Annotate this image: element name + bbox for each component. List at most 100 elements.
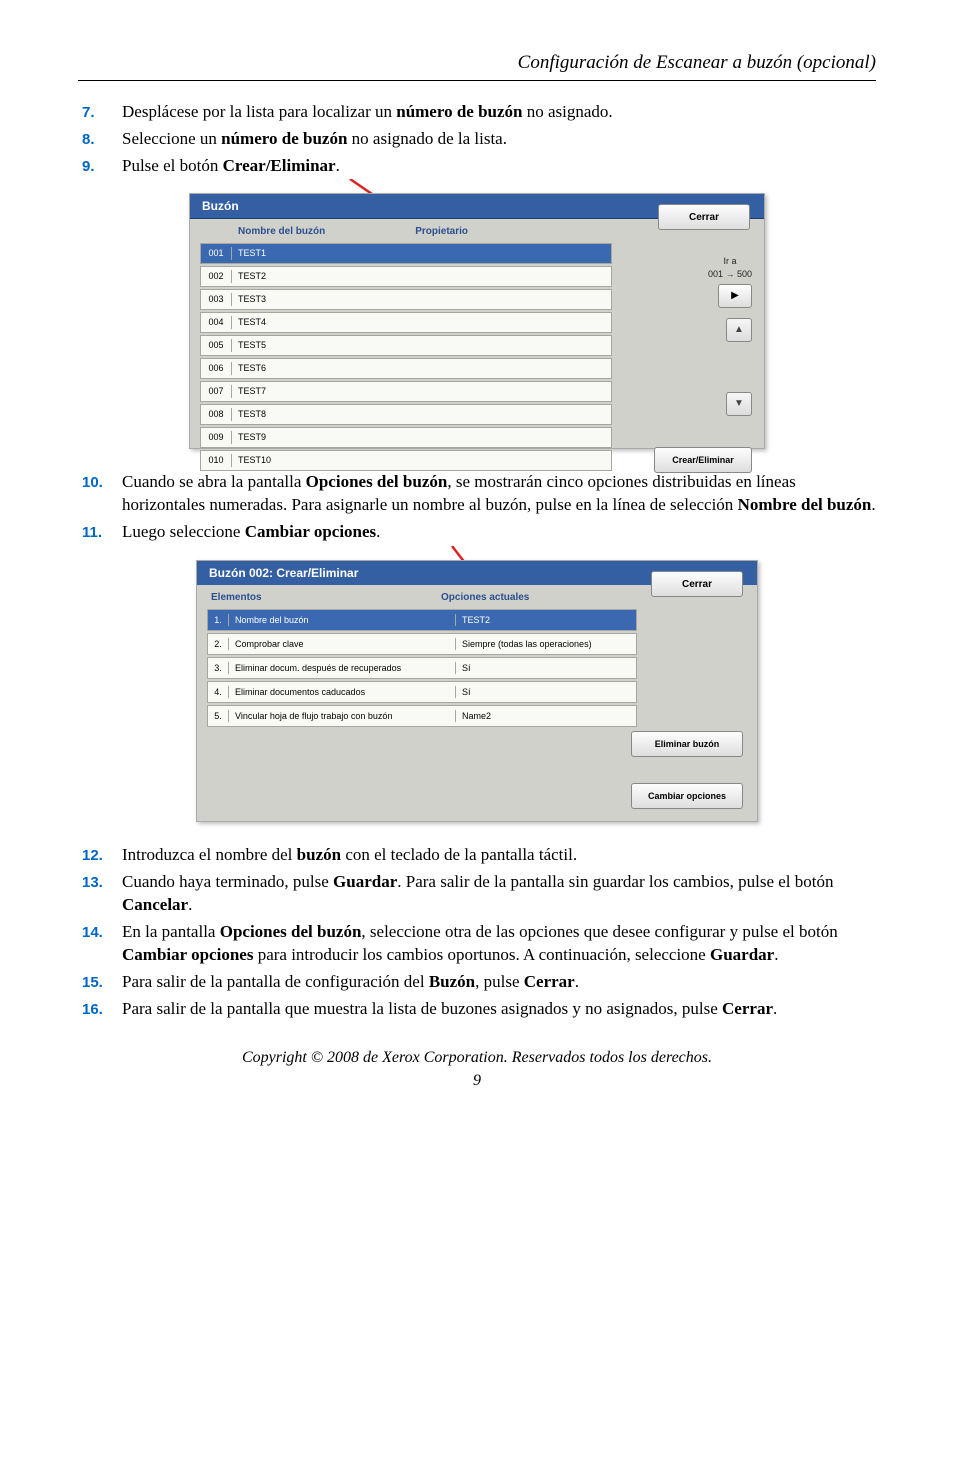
step-item: 13.Cuando haya terminado, pulse Guardar.… — [82, 871, 876, 917]
step-number: 16. — [82, 998, 122, 1021]
goto-range: 001 → 500 — [708, 268, 752, 280]
step-text: Desplácese por la lista para localizar u… — [122, 101, 876, 124]
step-text: Para salir de la pantalla que muestra la… — [122, 998, 876, 1021]
figure-buzon: Buzón Cerrar Nombre del buzón Propietari… — [78, 193, 876, 449]
row-value: Sí — [456, 686, 471, 698]
row-number: 1. — [208, 614, 229, 626]
steps-list-2: 10.Cuando se abra la pantalla Opciones d… — [78, 471, 876, 544]
step-text: Cuando haya terminado, pulse Guardar. Pa… — [122, 871, 876, 917]
row-index: 007 — [201, 385, 232, 397]
mailbox-row[interactable]: 001TEST1 — [200, 243, 612, 264]
step-number: 15. — [82, 971, 122, 994]
row-name: TEST8 — [232, 408, 611, 420]
row-name: TEST4 — [232, 316, 611, 328]
row-index: 005 — [201, 339, 232, 351]
option-row[interactable]: 1.Nombre del buzónTEST2 — [207, 609, 637, 631]
row-label: Vincular hoja de flujo trabajo con buzón — [229, 710, 456, 722]
step-number: 8. — [82, 128, 122, 151]
scroll-down-button[interactable]: ▼ — [726, 392, 752, 416]
step-number: 11. — [82, 521, 122, 544]
mailbox-row[interactable]: 009TEST9 — [200, 427, 612, 448]
option-row[interactable]: 3.Eliminar docum. después de recuperados… — [207, 657, 637, 679]
row-value: Siempre (todas las operaciones) — [456, 638, 592, 650]
row-index: 003 — [201, 293, 232, 305]
column-header-name: Nombre del buzón — [238, 225, 325, 239]
row-number: 2. — [208, 638, 229, 650]
copyright: Copyright © 2008 de Xerox Corporation. R… — [78, 1047, 876, 1069]
step-item: 15.Para salir de la pantalla de configur… — [82, 971, 876, 994]
row-label: Comprobar clave — [229, 638, 456, 650]
delete-mailbox-button[interactable]: Eliminar buzón — [631, 731, 743, 757]
mailbox-row[interactable]: 008TEST8 — [200, 404, 612, 425]
option-row[interactable]: 2.Comprobar claveSiempre (todas las oper… — [207, 633, 637, 655]
chevron-down-icon: ▼ — [734, 397, 744, 411]
mailbox-row[interactable]: 006TEST6 — [200, 358, 612, 379]
create-delete-button[interactable]: Crear/Eliminar — [654, 447, 752, 473]
mailbox-row[interactable]: 010TEST10 — [200, 450, 612, 471]
row-name: TEST6 — [232, 362, 611, 374]
row-name: TEST9 — [232, 431, 611, 443]
row-value: TEST2 — [456, 614, 490, 626]
row-index: 006 — [201, 362, 232, 374]
step-text: Introduzca el nombre del buzón con el te… — [122, 844, 876, 867]
scroll-up-button[interactable]: ▲ — [726, 318, 752, 342]
header-rule — [78, 80, 876, 81]
row-value: Sí — [456, 662, 471, 674]
mailbox-row[interactable]: 004TEST4 — [200, 312, 612, 333]
mailbox-row[interactable]: 005TEST5 — [200, 335, 612, 356]
step-item: 12.Introduzca el nombre del buzón con el… — [82, 844, 876, 867]
steps-list-1: 7.Desplácese por la lista para localizar… — [78, 101, 876, 178]
row-name: TEST5 — [232, 339, 611, 351]
close-button[interactable]: Cerrar — [658, 204, 750, 230]
step-item: 8.Seleccione un número de buzón no asign… — [82, 128, 876, 151]
option-row[interactable]: 5.Vincular hoja de flujo trabajo con buz… — [207, 705, 637, 727]
step-number: 9. — [82, 155, 122, 178]
step-text: Luego seleccione Cambiar opciones. — [122, 521, 876, 544]
step-text: Seleccione un número de buzón no asignad… — [122, 128, 876, 151]
section-title: Configuración de Escanear a buzón (opcio… — [78, 50, 876, 76]
change-options-button[interactable]: Cambiar opciones — [631, 783, 743, 809]
column-header-current: Opciones actuales — [441, 591, 529, 605]
step-item: 7.Desplácese por la lista para localizar… — [82, 101, 876, 124]
step-text: Pulse el botón Crear/Eliminar. — [122, 155, 876, 178]
step-text: Para salir de la pantalla de configuraci… — [122, 971, 876, 994]
step-number: 12. — [82, 844, 122, 867]
chevron-up-icon: ▲ — [734, 323, 744, 337]
close-button[interactable]: Cerrar — [651, 571, 743, 597]
figure-crear-eliminar: Buzón 002: Crear/Eliminar Cerrar Element… — [78, 560, 876, 822]
row-number: 5. — [208, 710, 229, 722]
step-item: 16.Para salir de la pantalla que muestra… — [82, 998, 876, 1021]
row-label: Eliminar docum. después de recuperados — [229, 662, 456, 674]
goto-next-button[interactable]: ▶ — [718, 284, 752, 308]
row-index: 001 — [201, 247, 232, 259]
step-item: 11.Luego seleccione Cambiar opciones. — [82, 521, 876, 544]
step-text: En la pantalla Opciones del buzón, selec… — [122, 921, 876, 967]
row-label: Eliminar documentos caducados — [229, 686, 456, 698]
mailbox-row[interactable]: 002TEST2 — [200, 266, 612, 287]
row-name: TEST10 — [232, 454, 611, 466]
step-item: 14.En la pantalla Opciones del buzón, se… — [82, 921, 876, 967]
row-index: 008 — [201, 408, 232, 420]
row-label: Nombre del buzón — [229, 614, 456, 626]
step-number: 13. — [82, 871, 122, 917]
play-icon: ▶ — [731, 289, 739, 303]
row-number: 3. — [208, 662, 229, 674]
row-index: 010 — [201, 454, 232, 466]
row-index: 009 — [201, 431, 232, 443]
row-name: TEST1 — [232, 247, 611, 259]
step-number: 7. — [82, 101, 122, 124]
row-index: 002 — [201, 270, 232, 282]
steps-list-3: 12.Introduzca el nombre del buzón con el… — [78, 844, 876, 1021]
option-row[interactable]: 4.Eliminar documentos caducadosSí — [207, 681, 637, 703]
step-number: 14. — [82, 921, 122, 967]
row-name: TEST7 — [232, 385, 611, 397]
row-name: TEST3 — [232, 293, 611, 305]
goto-label: Ir a — [708, 255, 752, 267]
step-number: 10. — [82, 471, 122, 517]
mailbox-row[interactable]: 003TEST3 — [200, 289, 612, 310]
mailbox-row[interactable]: 007TEST7 — [200, 381, 612, 402]
step-item: 9.Pulse el botón Crear/Eliminar. — [82, 155, 876, 178]
row-index: 004 — [201, 316, 232, 328]
row-value: Name2 — [456, 710, 491, 722]
row-number: 4. — [208, 686, 229, 698]
